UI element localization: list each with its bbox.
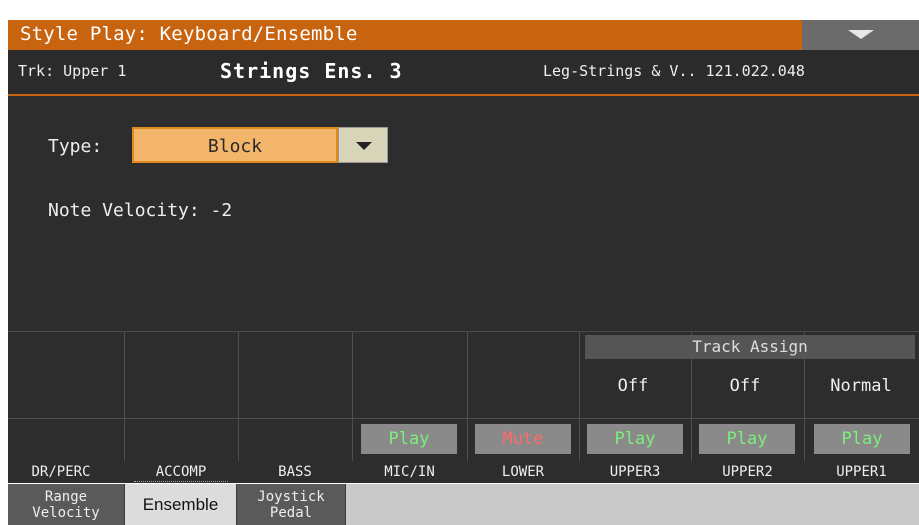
- channel-label-accomp: ACCOMP: [124, 461, 238, 483]
- mute-button-lower[interactable]: Mute: [475, 424, 571, 454]
- track-label: Trk: Upper 1: [18, 62, 127, 80]
- mixer-section: Track Assign Off Off Normal Play Mute Pl…: [8, 331, 919, 462]
- track-info-bar: Trk: Upper 1 Strings Ens. 3 Leg-Strings …: [8, 50, 919, 96]
- play-button-upper1[interactable]: Play: [814, 424, 910, 454]
- track-assign-header: Track Assign: [585, 335, 915, 359]
- page-title: Style Play: Keyboard/Ensemble: [20, 23, 358, 45]
- tab-bar-filler: [346, 484, 919, 525]
- type-value: Block: [207, 136, 263, 157]
- dropdown-triangle-icon: [848, 30, 874, 39]
- channel-label-dr-perc: DR/PERC: [31, 464, 91, 480]
- mixer-column: [8, 332, 124, 462]
- play-button-mic-in[interactable]: Play: [361, 424, 457, 454]
- accomp-underline: [134, 481, 228, 482]
- sound-name[interactable]: Strings Ens. 3: [220, 59, 403, 83]
- tab-joystick-pedal[interactable]: Joystick Pedal: [237, 484, 345, 525]
- play-button-upper3[interactable]: Play: [587, 424, 683, 454]
- type-label: Type:: [48, 136, 103, 157]
- channel-label-upper2: UPPER2: [722, 464, 773, 480]
- mixer-column: [238, 332, 352, 462]
- tab-ensemble[interactable]: Ensemble: [125, 484, 236, 525]
- play-button-upper2[interactable]: Play: [699, 424, 795, 454]
- channel-label-upper3: UPPER3: [609, 464, 661, 480]
- chevron-down-icon: [356, 142, 372, 150]
- tab-range-velocity[interactable]: Range Velocity: [8, 484, 124, 525]
- sound-bank-info: Leg-Strings & V.. 121.022.048: [543, 62, 805, 80]
- mixer-column: [124, 332, 238, 462]
- divider: [8, 418, 919, 419]
- tab-bar: Range Velocity Ensemble Joystick Pedal: [8, 484, 919, 525]
- channel-label-bass: BASS: [278, 464, 312, 480]
- channel-label-text: ACCOMP: [155, 464, 207, 480]
- track-assign-upper1[interactable]: Normal: [807, 376, 915, 396]
- ensemble-panel: Type: Block Note Velocity: -2: [8, 96, 919, 331]
- track-assign-upper2[interactable]: Off: [691, 376, 799, 396]
- note-velocity-field[interactable]: Note Velocity: -2: [48, 200, 232, 221]
- channel-labels: DR/PERC ACCOMP BASS MIC/IN LOWER UPPER3 …: [8, 461, 919, 483]
- channel-label-upper1: UPPER1: [836, 464, 887, 480]
- type-dropdown-button[interactable]: [338, 127, 388, 163]
- channel-label-lower: LOWER: [501, 464, 545, 480]
- title-bar: Style Play: Keyboard/Ensemble: [8, 20, 919, 50]
- channel-label-mic-in: MIC/IN: [384, 464, 435, 480]
- page-menu-button[interactable]: [802, 20, 919, 50]
- type-select[interactable]: Block: [132, 127, 338, 163]
- track-assign-upper3[interactable]: Off: [579, 376, 687, 396]
